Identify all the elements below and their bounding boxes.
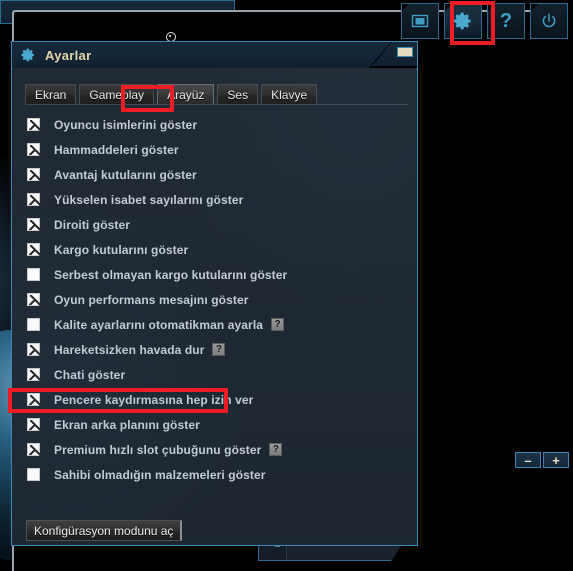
checkbox[interactable] — [27, 318, 40, 331]
option-label: Hareketsizken havada dur — [54, 342, 205, 357]
option-row-oyun-performans-mesajini-goster[interactable]: Oyun performans mesajını göster — [13, 287, 416, 312]
checkbox[interactable] — [27, 443, 42, 457]
option-label: Yükselen isabet sayılarını göster — [54, 192, 244, 207]
settings-title-bar[interactable]: Ayarlar — [12, 42, 417, 69]
option-label: Serbest olmayan kargo kutularını göster — [54, 267, 288, 282]
option-row-chati-goster[interactable]: Chati göster — [13, 362, 416, 387]
help-icon[interactable]: ? — [212, 343, 226, 356]
checkbox[interactable] — [27, 218, 42, 232]
tab-klavye[interactable]: Klavye — [261, 84, 318, 105]
checkbox[interactable] — [27, 393, 42, 407]
fullscreen-button[interactable] — [401, 3, 439, 39]
checkbox[interactable] — [27, 143, 42, 157]
checkbox[interactable] — [27, 168, 42, 182]
option-row-serbest-olmayan-kargo-kutularini-goster[interactable]: Serbest olmayan kargo kutularını göster — [13, 262, 416, 287]
checkbox[interactable] — [27, 193, 42, 207]
option-row-sahibi-olmadigin-malzemeleri-goster[interactable]: Sahibi olmadığın malzemeleri göster — [13, 462, 416, 487]
help-icon[interactable]: ? — [269, 443, 283, 456]
gear-icon — [20, 47, 36, 63]
map-marker-dot-icon — [169, 35, 171, 37]
help-icon: ? — [499, 10, 513, 32]
gear-icon — [453, 11, 473, 31]
config-mode-button[interactable]: Konfigürasyon modunu aç — [26, 520, 183, 541]
minimap-scale-tick — [275, 546, 280, 547]
fullscreen-icon — [411, 12, 429, 30]
checkbox[interactable] — [27, 368, 42, 382]
checkbox[interactable] — [27, 468, 40, 481]
minimize-button[interactable] — [397, 47, 413, 57]
option-label: Avantaj kutularını göster — [54, 167, 197, 182]
option-row-oyuncu-isimlerini-goster[interactable]: Oyuncu isimlerini göster — [13, 112, 416, 137]
help-button[interactable]: ? — [487, 3, 525, 39]
option-row-pencere-kaydirmasina-hep-izin-ver[interactable]: Pencere kaydırmasına hep izin ver — [13, 387, 416, 412]
tab-gameplay[interactable]: Gameplay — [79, 84, 155, 105]
options-list: Oyuncu isimlerini göster Hammaddeleri gö… — [13, 112, 416, 487]
page-title: Ayarlar — [45, 47, 92, 63]
tab-ekran[interactable]: Ekran — [25, 84, 77, 105]
settings-body: Ekran Gameplay Arayüz Ses Klavye Oyuncu … — [13, 68, 416, 544]
checkbox[interactable] — [27, 343, 42, 357]
option-row-diroiti-goster[interactable]: Diroiti göster — [13, 212, 416, 237]
option-label: Oyuncu isimlerini göster — [54, 117, 198, 132]
background-panel-minus-button[interactable]: – — [515, 452, 541, 468]
option-label: Pencere kaydırmasına hep izin ver — [54, 392, 254, 407]
option-row-kalite-ayarlarini-otomatikman-ayarla[interactable]: Kalite ayarlarını otomatikman ayarla ? — [13, 312, 416, 337]
top-icon-bar: ? — [401, 3, 568, 39]
help-icon[interactable]: ? — [271, 318, 285, 331]
settings-window: Ayarlar Ekran Gameplay Arayüz Ses Klavye… — [11, 41, 418, 546]
checkbox[interactable] — [27, 293, 42, 307]
option-label: Premium hızlı slot çubuğunu göster — [54, 442, 262, 457]
option-row-yukselen-isabet-sayilarini-goster[interactable]: Yükselen isabet sayılarını göster — [13, 187, 416, 212]
option-label: Chati göster — [54, 367, 126, 382]
option-row-ekran-arka-planini-goster[interactable]: Ekran arka planını göster — [13, 412, 416, 437]
option-label: Hammaddeleri göster — [54, 142, 179, 157]
option-label: Sahibi olmadığın malzemeleri göster — [54, 467, 266, 482]
option-row-kargo-kutularini-goster[interactable]: Kargo kutularını göster — [13, 237, 416, 262]
checkbox[interactable] — [27, 268, 40, 281]
background-panel-plus-button[interactable]: + — [543, 452, 569, 468]
option-row-avantaj-kutularini-goster[interactable]: Avantaj kutularını göster — [13, 162, 416, 187]
power-icon — [540, 12, 558, 30]
settings-button[interactable] — [444, 3, 482, 39]
option-label: Kargo kutularını göster — [54, 242, 189, 257]
tab-arayuz[interactable]: Arayüz — [157, 84, 215, 105]
tabs-divider — [25, 104, 408, 105]
option-row-premium-hizli-slot-cubugunu-goster[interactable]: Premium hızlı slot çubuğunu göster ? — [13, 437, 416, 462]
settings-tabs: Ekran Gameplay Arayüz Ses Klavye — [25, 84, 318, 105]
checkbox[interactable] — [27, 118, 42, 132]
option-label: Ekran arka planını göster — [54, 417, 200, 432]
tab-ses[interactable]: Ses — [217, 84, 259, 105]
option-label: Kalite ayarlarını otomatikman ayarla — [54, 317, 264, 332]
option-row-hareketsizken-havada-dur[interactable]: Hareketsizken havada dur ? — [13, 337, 416, 362]
checkbox[interactable] — [27, 243, 42, 257]
power-button[interactable] — [530, 3, 568, 39]
option-label: Diroiti göster — [54, 217, 131, 232]
minus-icon: – — [524, 452, 532, 468]
option-row-hammaddeleri-goster[interactable]: Hammaddeleri göster — [13, 137, 416, 162]
plus-icon: + — [552, 452, 560, 468]
checkbox[interactable] — [27, 418, 42, 432]
option-label: Oyun performans mesajını göster — [54, 292, 249, 307]
